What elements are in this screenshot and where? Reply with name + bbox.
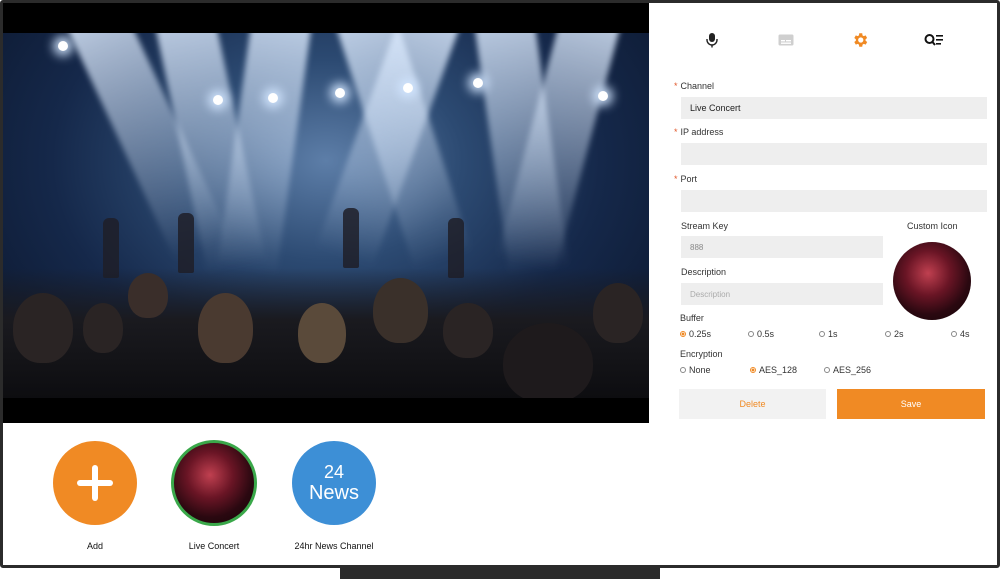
radio-icon	[819, 331, 825, 337]
radio-icon	[951, 331, 957, 337]
monitor-stand	[340, 566, 660, 579]
stream-key-label: Stream Key	[681, 221, 729, 231]
buffer-label: Buffer	[680, 313, 704, 323]
channel-live-concert[interactable]	[171, 440, 257, 526]
save-button[interactable]: Save	[837, 389, 985, 419]
add-channel-label: Add	[86, 541, 103, 551]
plus-icon	[77, 465, 113, 501]
port-label: * Port	[674, 174, 698, 184]
channel-news[interactable]: 24 News	[292, 441, 376, 525]
buffer-option-0-25s[interactable]: 0.25s	[680, 329, 711, 339]
buffer-option-0-5s[interactable]: 0.5s	[748, 329, 774, 339]
caption-icon	[778, 34, 794, 46]
channel-live-concert-label: Live Concert	[188, 541, 240, 551]
buffer-option-4s[interactable]: 4s	[951, 329, 970, 339]
port-field[interactable]	[681, 190, 987, 212]
description-label: Description	[681, 267, 727, 277]
concert-image	[3, 33, 649, 398]
channel-field[interactable]: Live Concert	[681, 97, 987, 119]
encryption-label: Encryption	[680, 349, 723, 359]
buffer-option-2s[interactable]: 2s	[885, 329, 904, 339]
news-badge-number: 24	[323, 462, 345, 482]
tab-captions[interactable]	[773, 27, 799, 53]
radio-icon	[680, 367, 686, 373]
buffer-options: 0.25s 0.5s 1s 2s 4s	[649, 329, 997, 343]
channel-label: * Channel	[674, 81, 715, 91]
ip-address-label: * IP address	[674, 127, 724, 137]
encryption-option-none[interactable]: None	[680, 365, 711, 375]
buffer-option-1s[interactable]: 1s	[819, 329, 838, 339]
add-channel-button[interactable]	[53, 441, 137, 525]
tab-bar	[649, 27, 997, 53]
channel-news-label: 24hr News Channel	[294, 541, 374, 551]
stream-key-field[interactable]: 888	[681, 236, 883, 258]
radio-selected-icon	[750, 367, 756, 373]
radio-icon	[885, 331, 891, 337]
encryption-option-aes256[interactable]: AES_256	[824, 365, 871, 375]
settings-panel: * Channel Live Concert * IP address * Port …	[649, 3, 997, 423]
delete-button[interactable]: Delete	[679, 389, 826, 419]
tab-settings[interactable]	[847, 27, 873, 53]
gear-icon	[854, 33, 868, 47]
description-field[interactable]: Description	[681, 283, 883, 305]
encryption-options: None AES_128 AES_256	[649, 365, 997, 379]
custom-icon-label: Custom Icon	[907, 221, 958, 231]
radio-selected-icon	[680, 331, 686, 337]
ip-address-field[interactable]	[681, 143, 987, 165]
tab-search[interactable]	[921, 27, 947, 53]
microphone-icon	[706, 33, 718, 48]
custom-icon-picker[interactable]	[893, 242, 971, 320]
search-list-icon	[924, 34, 943, 46]
video-preview	[3, 3, 649, 423]
encryption-option-aes128[interactable]: AES_128	[750, 365, 797, 375]
radio-icon	[748, 331, 754, 337]
tab-microphone[interactable]	[699, 27, 725, 53]
radio-icon	[824, 367, 830, 373]
news-badge-word: News	[308, 482, 359, 504]
